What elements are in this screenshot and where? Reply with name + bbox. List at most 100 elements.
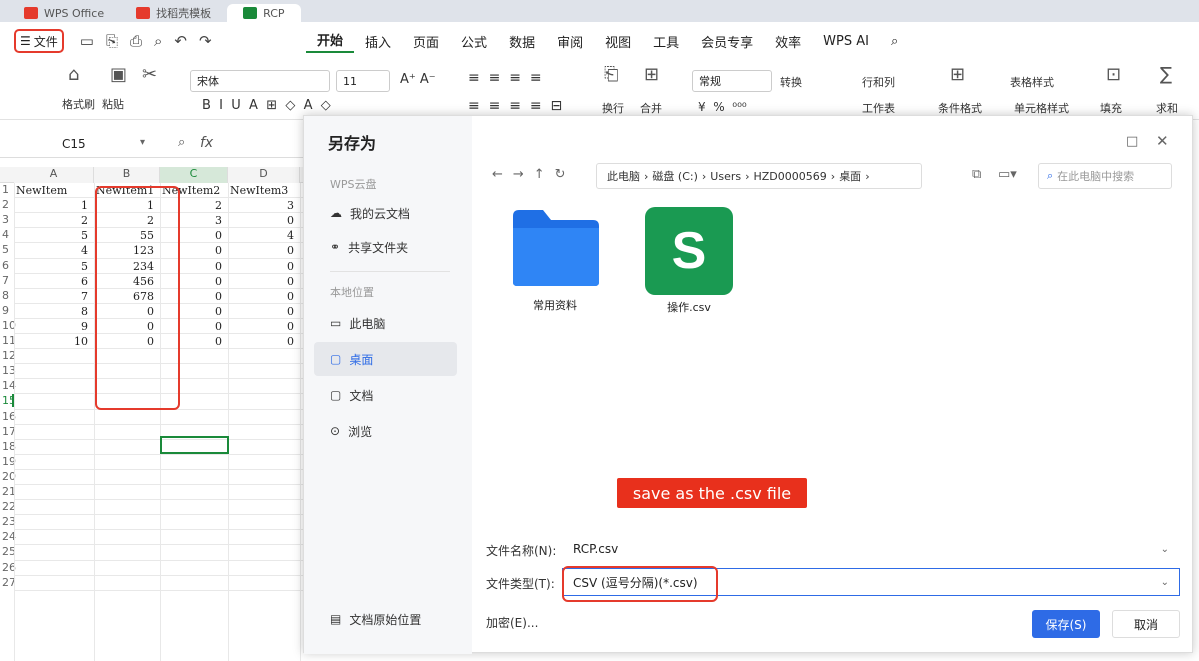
sum-icon[interactable]: ∑ xyxy=(1160,64,1172,85)
header-cell[interactable]: NewItem xyxy=(16,183,93,198)
data-cell[interactable]: 0 xyxy=(228,319,294,334)
font-style-icons[interactable]: B I U A ⊞ ◇ A ◇ xyxy=(202,98,331,113)
menu-member[interactable]: 会员专享 xyxy=(690,32,764,51)
breadcrumb-item[interactable]: 磁盘 (C:) xyxy=(652,168,697,184)
maximize-icon[interactable]: □ xyxy=(1126,134,1138,149)
column-header-d[interactable]: D xyxy=(228,167,300,183)
sidebar-item-my-cloud[interactable]: ☁ 我的云文档 xyxy=(314,196,457,230)
conditional-format-icon[interactable]: ⊞ xyxy=(950,64,965,85)
menu-wps-ai[interactable]: WPS AI xyxy=(812,34,880,49)
row-number[interactable]: 13 xyxy=(0,364,16,377)
column-header-a[interactable]: A xyxy=(14,167,94,183)
data-cell[interactable]: 0 xyxy=(228,289,294,304)
active-cell[interactable] xyxy=(160,436,229,454)
menu-start[interactable]: 开始 xyxy=(306,30,355,53)
data-cell[interactable]: 10 xyxy=(14,334,88,349)
menu-efficiency[interactable]: 效率 xyxy=(764,32,812,51)
undo-icon[interactable]: ↶ xyxy=(174,32,187,50)
tab-rcp[interactable]: RCP xyxy=(227,4,301,22)
filename-field[interactable]: RCP.csv ⌄ xyxy=(562,535,1180,563)
menu-data[interactable]: 数据 xyxy=(498,32,546,51)
breadcrumb[interactable]: 此电脑 › 磁盘 (C:) › Users › HZD0000569 › 桌面 › xyxy=(596,163,922,189)
save-icon[interactable]: ▭ xyxy=(80,32,94,50)
data-cell[interactable]: 1 xyxy=(14,198,88,213)
row-number[interactable]: 11 xyxy=(0,334,16,347)
merge-label[interactable]: 合并 xyxy=(640,100,662,116)
cell-reference[interactable]: C15 xyxy=(62,137,86,151)
new-folder-icon[interactable]: ⧉ xyxy=(972,167,981,182)
row-number[interactable]: 1 xyxy=(0,183,14,196)
menu-insert[interactable]: 插入 xyxy=(354,32,402,51)
tab-wps-office[interactable]: WPS Office xyxy=(8,4,120,22)
tab-template[interactable]: 找稻壳模板 xyxy=(120,4,227,22)
data-cell[interactable]: 2 xyxy=(14,213,88,228)
data-cell[interactable]: 0 xyxy=(228,243,294,258)
menu-formula[interactable]: 公式 xyxy=(450,32,498,51)
cell-style-button[interactable]: 单元格样式 xyxy=(1014,100,1069,116)
column-header-b[interactable]: B xyxy=(94,167,160,183)
sum-label[interactable]: 求和 xyxy=(1156,100,1178,116)
paste-label[interactable]: 粘贴 xyxy=(102,96,124,112)
menu-tools[interactable]: 工具 xyxy=(642,32,690,51)
zoom-icon[interactable]: ⌕ xyxy=(178,135,185,150)
chevron-down-icon[interactable]: ⌄ xyxy=(1161,577,1169,588)
wrap-label[interactable]: 换行 xyxy=(602,100,624,116)
row-number[interactable]: 18 xyxy=(0,440,16,453)
menu-view[interactable]: 视图 xyxy=(594,32,642,51)
conditional-format-label[interactable]: 条件格式 xyxy=(938,100,982,116)
row-number[interactable]: 19 xyxy=(0,455,16,468)
row-number[interactable]: 22 xyxy=(0,500,16,513)
row-number[interactable]: 20 xyxy=(0,470,16,483)
row-number[interactable]: 10 xyxy=(0,319,16,332)
currency-icons[interactable]: ¥ % ⁰⁰⁰ xyxy=(698,100,747,114)
row-number[interactable]: 26 xyxy=(0,561,16,574)
data-cell[interactable]: 3 xyxy=(228,198,294,213)
row-number[interactable]: 15 xyxy=(0,394,16,408)
chevron-down-icon[interactable]: ⌄ xyxy=(1161,544,1169,555)
rows-cols-button[interactable]: 行和列 xyxy=(862,74,895,90)
convert-button[interactable]: 转换 xyxy=(780,74,802,90)
search-input[interactable]: ⌕ 在此电脑中搜索 xyxy=(1038,163,1172,189)
breadcrumb-item[interactable]: Users xyxy=(710,170,741,183)
row-number[interactable]: 27 xyxy=(0,576,16,589)
row-number[interactable]: 8 xyxy=(0,289,14,302)
table-style-button[interactable]: 表格样式 xyxy=(1010,74,1054,90)
encrypt-button[interactable]: 加密(E)... xyxy=(486,614,538,631)
row-number[interactable]: 16 xyxy=(0,410,16,423)
export-icon[interactable]: ⎘ xyxy=(106,32,118,50)
merge-icon[interactable]: ⊞ xyxy=(644,64,659,85)
data-cell[interactable]: 0 xyxy=(228,304,294,319)
cut-icon[interactable]: ✂ xyxy=(142,64,157,85)
breadcrumb-item[interactable]: 桌面 xyxy=(839,168,861,184)
data-cell[interactable]: 4 xyxy=(14,243,88,258)
print-icon[interactable]: ⎙ xyxy=(130,32,142,50)
redo-icon[interactable]: ↷ xyxy=(199,32,212,50)
original-location-button[interactable]: ▤ 文档原始位置 xyxy=(314,602,457,636)
sidebar-item-this-pc[interactable]: ▭ 此电脑 xyxy=(314,306,457,340)
row-number[interactable]: 4 xyxy=(0,228,14,241)
row-number[interactable]: 24 xyxy=(0,530,16,543)
row-number[interactable]: 9 xyxy=(0,304,14,317)
search-icon[interactable]: ⌕ xyxy=(880,34,909,49)
view-mode-icon[interactable]: ▭▾ xyxy=(998,167,1017,182)
data-cell[interactable]: 6 xyxy=(14,274,88,289)
format-painter-label[interactable]: 格式刷 xyxy=(62,96,95,112)
format-painter-icon[interactable]: ⌂ xyxy=(68,64,79,85)
fill-label[interactable]: 填充 xyxy=(1100,100,1122,116)
data-cell[interactable]: 0 xyxy=(228,334,294,349)
menu-page[interactable]: 页面 xyxy=(402,32,450,51)
align-icons[interactable]: ≡ ≡ ≡ ≡ xyxy=(468,70,542,86)
data-cell[interactable]: 9 xyxy=(14,319,88,334)
data-cell[interactable]: 4 xyxy=(228,228,294,243)
data-cell[interactable]: 0 xyxy=(228,259,294,274)
paste-icon[interactable]: ▣ xyxy=(110,64,127,85)
close-icon[interactable]: ✕ xyxy=(1156,132,1169,150)
data-cell[interactable]: 0 xyxy=(228,274,294,289)
row-number[interactable]: 6 xyxy=(0,259,14,272)
data-cell[interactable]: 0 xyxy=(228,213,294,228)
data-cell[interactable]: 7 xyxy=(14,289,88,304)
row-number[interactable]: 25 xyxy=(0,545,16,558)
row-number[interactable]: 17 xyxy=(0,425,16,438)
row-number[interactable]: 5 xyxy=(0,243,14,256)
fx-label[interactable]: fx xyxy=(200,135,213,151)
